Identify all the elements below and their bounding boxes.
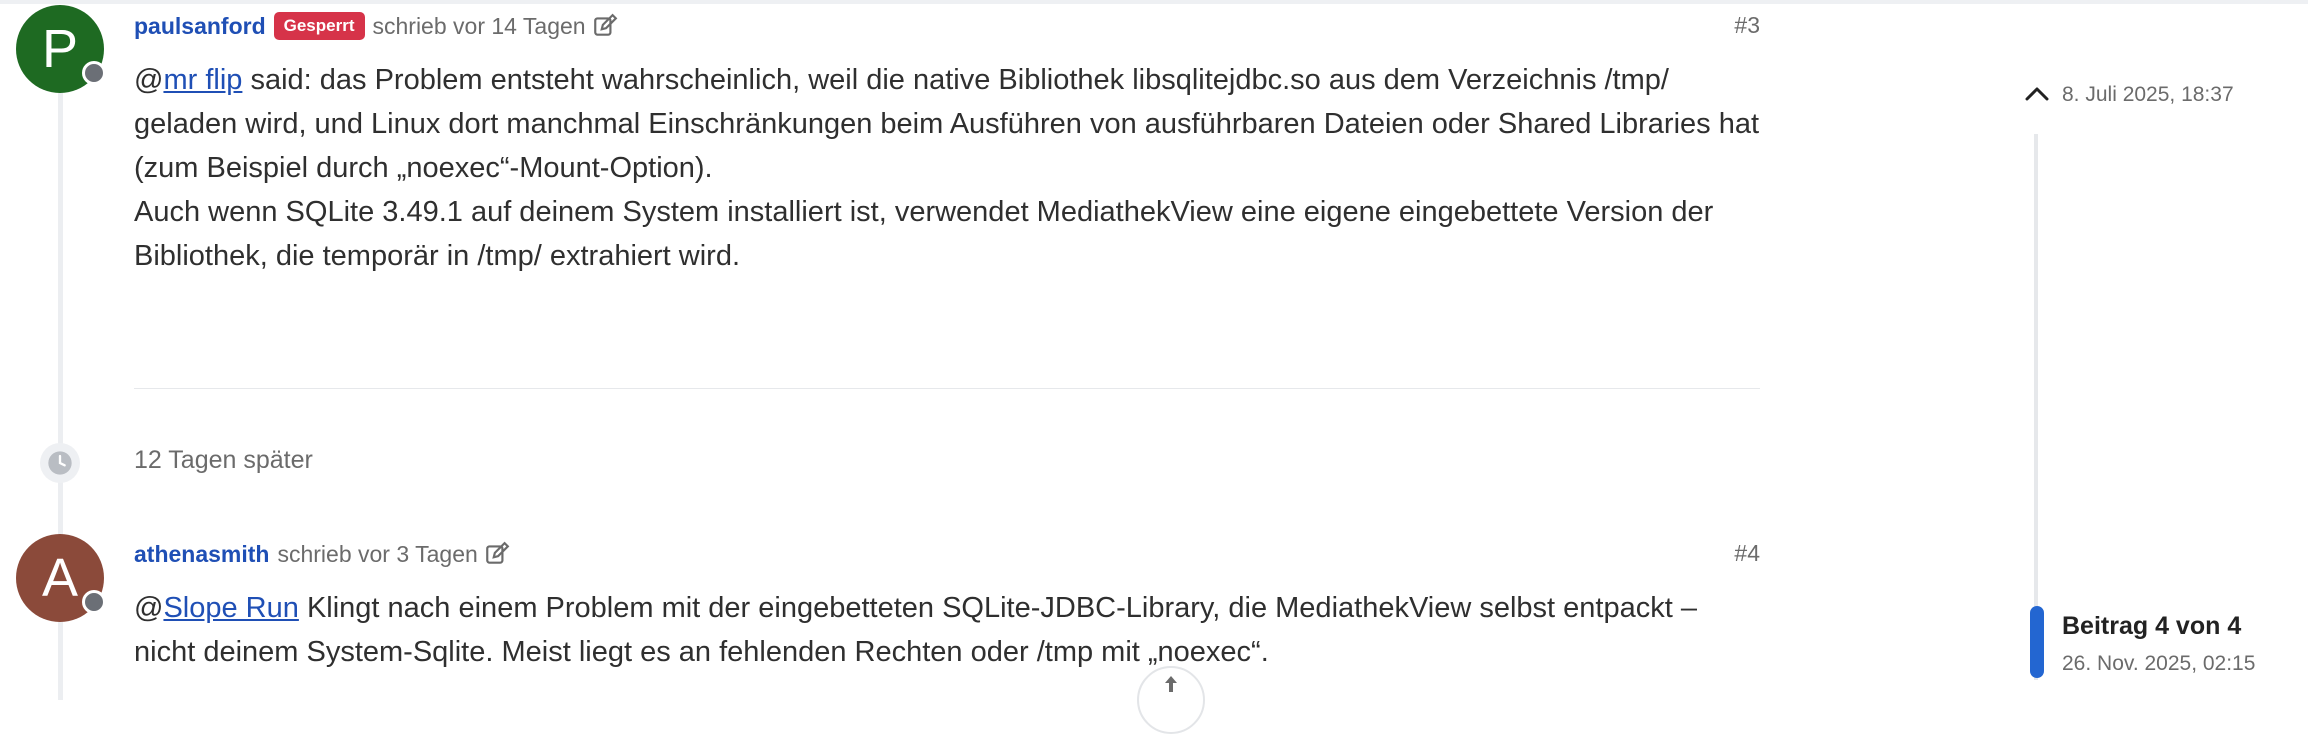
- avatar[interactable]: A: [16, 534, 106, 622]
- post-body: @mr flip said: das Problem entsteht wahr…: [134, 58, 1764, 278]
- clock-icon: [40, 443, 80, 483]
- scrubber-top-link[interactable]: 8. Juli 2025, 18:37: [2024, 80, 2234, 110]
- scrubber-date: 26. Nov. 2025, 02:15: [2062, 652, 2256, 675]
- avatar-letter: P: [41, 19, 79, 79]
- mention-prefix: @: [134, 64, 164, 96]
- post-text: said: das Problem entsteht wahrscheinlic…: [134, 64, 1760, 184]
- username-link[interactable]: paulsanford: [134, 13, 266, 40]
- post-body: @Slope Run Klingt nach einem Problem mit…: [134, 586, 1764, 674]
- scrubber-track[interactable]: [2034, 134, 2038, 680]
- edit-icon[interactable]: [484, 541, 510, 567]
- scrubber-handle[interactable]: [2030, 606, 2044, 678]
- post-paragraph: Auch wenn SQLite 3.49.1 auf deinem Syste…: [134, 196, 1714, 272]
- scroll-to-top-button[interactable]: [1137, 666, 1205, 734]
- mention-prefix: @: [134, 592, 164, 624]
- post-text: Klingt nach einem Problem mit der eingeb…: [134, 592, 1697, 668]
- mention-link[interactable]: Slope Run: [163, 592, 298, 624]
- post-meta[interactable]: schrieb vor 3 Tagen: [277, 541, 477, 568]
- post-header: paulsanford Gesperrt schrieb vor 14 Tage…: [134, 8, 618, 44]
- scrubber-top-date: 8. Juli 2025, 18:37: [2062, 83, 2234, 106]
- status-indicator: [82, 590, 106, 614]
- mention-link[interactable]: mr flip: [163, 64, 242, 96]
- post-divider: [134, 388, 1760, 389]
- post-paragraph: @Slope Run Klingt nach einem Problem mit…: [134, 586, 1764, 674]
- post-header: athenasmith schrieb vor 3 Tagen: [134, 536, 510, 572]
- post-number[interactable]: #4: [1720, 540, 1760, 567]
- post-paragraph: @mr flip said: das Problem entsteht wahr…: [134, 58, 1764, 190]
- status-indicator: [82, 61, 106, 85]
- time-gap-label: 12 Tagen später: [134, 446, 313, 474]
- status-badge: Gesperrt: [273, 12, 365, 40]
- chevron-up-icon: [2024, 84, 2050, 107]
- post-meta[interactable]: schrieb vor 14 Tagen: [373, 13, 586, 40]
- avatar[interactable]: P: [16, 5, 106, 93]
- post-number[interactable]: #3: [1720, 12, 1760, 39]
- scrubber-position: Beitrag 4 von 4: [2062, 612, 2242, 640]
- edit-icon[interactable]: [592, 13, 618, 39]
- username-link[interactable]: athenasmith: [134, 541, 269, 568]
- top-border: [0, 0, 2308, 4]
- avatar-letter: A: [41, 548, 79, 608]
- arrow-up-icon: [1161, 674, 1181, 699]
